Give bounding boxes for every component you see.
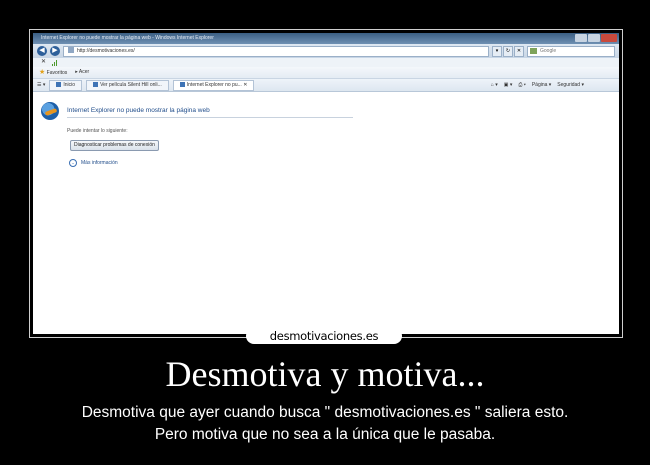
expand-icon: ⌄ xyxy=(69,159,77,167)
window-controls xyxy=(575,34,617,42)
address-bar[interactable]: http://desmotivaciones.es/ xyxy=(63,45,489,57)
poster-frame: Internet Explorer no puede mostrar la pá… xyxy=(29,29,623,338)
favorites-label: Favoritos xyxy=(46,69,68,76)
address-buttons: ▾ ↻ ✕ xyxy=(492,45,524,57)
minimize-button[interactable] xyxy=(575,34,587,42)
favorites-bar: ★ Favoritos ▸ Acer xyxy=(33,67,619,79)
acer-label: Acer xyxy=(78,69,90,75)
page-icon xyxy=(68,47,74,54)
more-info-link[interactable]: ⌄ Más información xyxy=(69,159,118,167)
tab-row: ☰ ▾ Inicio Ver película Silent Hill onli… xyxy=(33,79,619,92)
hint-text: Puede intentar lo siguiente: xyxy=(67,128,128,134)
forward-button[interactable]: ▶ xyxy=(50,46,60,56)
search-input[interactable]: Google xyxy=(527,45,615,57)
window-title: Internet Explorer no puede mostrar la pá… xyxy=(41,35,214,41)
back-button[interactable]: ◀ xyxy=(37,46,47,56)
favorites-button[interactable]: ★ Favoritos xyxy=(39,67,67,79)
window-titlebar: Internet Explorer no puede mostrar la pá… xyxy=(33,33,619,44)
tab-label: Ver película Silent Hill onli... xyxy=(100,81,162,88)
page-icon xyxy=(93,81,99,87)
command-bar: ⌂ ▾ ▣ ▾ ⎙ ▾ Página ▾ Seguridad ▾ xyxy=(491,82,584,88)
tab-label: Internet Explorer no pu... xyxy=(186,81,242,88)
page-icon xyxy=(56,81,62,87)
caption-line-2: Pero motiva que no sea a la única que le… xyxy=(154,426,496,443)
caption-line-1: Desmotiva que ayer cuando busca " desmot… xyxy=(81,404,569,421)
poster-title: Desmotiva y motiva... xyxy=(165,354,485,394)
search-placeholder: Google xyxy=(540,47,557,54)
ie-logo-icon xyxy=(41,102,59,120)
address-row: ◀ ▶ http://desmotivaciones.es/ ▾ ↻ ✕ Goo… xyxy=(33,44,619,58)
home-icon[interactable]: ⌂ ▾ xyxy=(491,82,498,88)
divider xyxy=(67,117,353,118)
page-content: Internet Explorer no puede mostrar la pá… xyxy=(33,92,619,327)
feeds-icon[interactable]: ▣ ▾ xyxy=(504,82,513,88)
status-row: ✕ xyxy=(33,58,619,67)
browser-screenshot: Internet Explorer no puede mostrar la pá… xyxy=(33,33,619,334)
print-icon[interactable]: ⎙ ▾ xyxy=(518,82,526,88)
tab-inicio[interactable]: Inicio xyxy=(49,79,83,91)
maximize-button[interactable] xyxy=(588,34,600,42)
page-icon xyxy=(179,81,185,87)
page-menu[interactable]: Página ▾ xyxy=(532,82,551,88)
tab-label: Inicio xyxy=(63,81,76,88)
tab-list-icon[interactable]: ☰ ▾ xyxy=(37,82,45,88)
acer-link[interactable]: ▸ Acer xyxy=(75,67,89,78)
more-info-label: Más información xyxy=(81,160,118,166)
error-heading: Internet Explorer no puede mostrar la pá… xyxy=(67,107,210,114)
poster-caption: Desmotiva que ayer cuando busca " desmot… xyxy=(0,402,650,446)
address-text: http://desmotivaciones.es/ xyxy=(77,47,135,54)
dropdown-icon[interactable]: ▾ xyxy=(492,45,502,57)
signal-icon xyxy=(52,59,58,66)
close-button[interactable] xyxy=(601,34,617,42)
tab-silent-hill[interactable]: Ver película Silent Hill onli... xyxy=(86,79,169,91)
stop-icon[interactable]: ✕ xyxy=(514,45,524,57)
refresh-icon[interactable]: ↻ xyxy=(503,45,513,57)
diagnose-button[interactable]: Diagnosticar problemas de conexión xyxy=(70,140,159,151)
watermark-logo: desmotivaciones.es xyxy=(246,328,402,344)
security-menu[interactable]: Seguridad ▾ xyxy=(557,82,584,88)
tab-active[interactable]: Internet Explorer no pu... ✕ xyxy=(172,79,255,91)
star-icon: ★ xyxy=(39,68,46,76)
